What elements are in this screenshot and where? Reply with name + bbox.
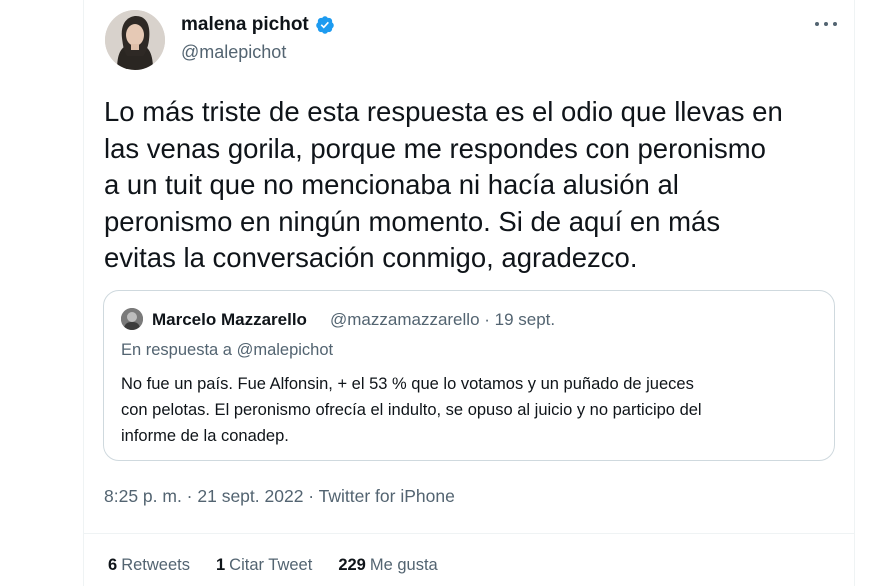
likes-label: Me gusta (369, 556, 438, 574)
tweet-stats: 6 Retweets 1 Citar Tweet 229 Me gusta (108, 556, 438, 575)
retweets-stat[interactable]: 6 Retweets (108, 556, 190, 575)
retweets-label: Retweets (121, 556, 190, 574)
tweet-timestamp[interactable]: 8:25 p. m. · 21 sept. 2022 · Twitter for… (104, 486, 455, 507)
likes-count: 229 (338, 556, 366, 574)
more-options-icon[interactable] (815, 14, 837, 34)
divider (83, 533, 855, 534)
author-handle[interactable]: @malepichot (181, 42, 286, 63)
author-name-row[interactable]: malena pichot (181, 14, 335, 36)
quoted-tweet[interactable]: Marcelo Mazzarello @mazzamazzarello · 19… (103, 290, 835, 461)
likes-stat[interactable]: 229 Me gusta (338, 556, 437, 575)
quoted-author-name: Marcelo Mazzarello (152, 310, 307, 329)
tweet-text: Lo más triste de esta respuesta es el od… (104, 96, 783, 273)
retweets-count: 6 (108, 556, 118, 574)
author-name[interactable]: malena pichot (181, 14, 309, 36)
quoted-tweet-text: No fue un país. Fue Alfonsin, + el 53 % … (121, 375, 702, 445)
quoted-handle-date: @mazzamazzarello · 19 sept. (330, 310, 556, 329)
author-avatar[interactable] (105, 10, 165, 70)
quotes-stat[interactable]: 1 Citar Tweet (216, 556, 312, 575)
quoted-author-avatar (121, 308, 143, 330)
verified-badge-icon (315, 16, 334, 34)
quoted-reply-context: En respuesta a @malepichot (121, 341, 334, 359)
quotes-label: Citar Tweet (229, 556, 313, 574)
quotes-count: 1 (215, 556, 226, 574)
